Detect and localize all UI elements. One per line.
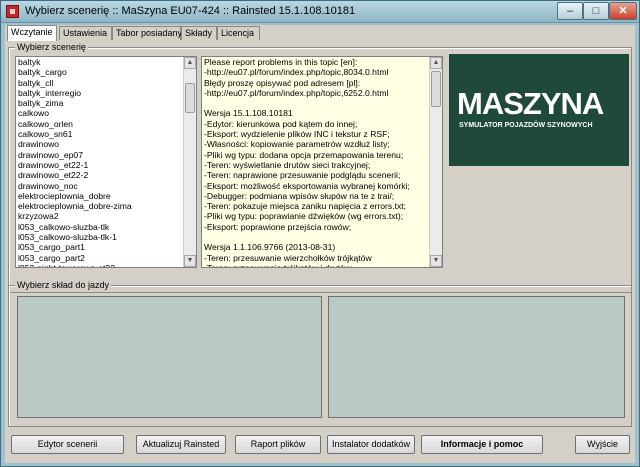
scenery-list-item[interactable]: baltyk_cargo — [16, 67, 196, 77]
release-notes-line: -Teren: pokazuje miejsca zaniku napięcia… — [204, 201, 407, 212]
release-notes-line — [202, 232, 442, 242]
release-notes-line: -Teren: przesuwanie wierzchołków trójkąt… — [204, 252, 372, 263]
logo-subtitle: SYMULATOR POJAZDÓW SZYNOWYCH — [459, 122, 593, 129]
scenery-list-item[interactable]: calkowo_sn61 — [16, 129, 196, 139]
minimize-button[interactable]: – — [557, 2, 583, 20]
maximize-button[interactable]: □ — [583, 2, 609, 20]
release-notes-line: -Pliki wg typu: dodana opcja przemapowan… — [204, 149, 404, 160]
tab-sklady[interactable]: Składy — [181, 26, 217, 40]
scenery-list-item[interactable]: l053-night-towarowe-et22 — [16, 263, 196, 267]
scenery-list-item[interactable]: baltyk_zima — [16, 98, 196, 108]
consist-list-left[interactable] — [17, 296, 322, 418]
tab-tabor-posiadany[interactable]: Tabor posiadany — [112, 26, 182, 40]
scenery-list[interactable]: baltyk baltyk_cargo baltyk_cll baltyk_inter… — [15, 56, 197, 268]
notes-scroll-up-arrow-icon[interactable]: ▲ — [430, 57, 442, 69]
tab-licencja[interactable]: Licencja — [217, 26, 260, 40]
consist-group-legend: Wybierz skład do jazdy — [15, 280, 111, 290]
release-notes-scrollbar[interactable]: ▲ ▼ — [429, 57, 442, 267]
scenery-list-item[interactable]: baltyk_interregio — [16, 88, 196, 98]
scenery-group: Wybierz scenerię baltyk baltyk_cargo balty… — [8, 42, 632, 293]
scenery-list-item[interactable]: drawinowo_ep07 — [16, 150, 196, 160]
scroll-up-arrow-icon[interactable]: ▲ — [184, 57, 196, 69]
scenery-list-item[interactable]: l053_cargo_part1 — [16, 242, 196, 252]
scenery-list-item[interactable]: drawinowo_et22-2 — [16, 170, 196, 180]
scenery-editor-button[interactable]: Edytor scenerii — [11, 435, 124, 454]
release-notes-line: Wersja 1.1.106.9766 (2013-08-31) — [204, 242, 336, 253]
release-notes-line: -Eksport: poprawione przejścia rowów; — [204, 221, 352, 232]
title-bar[interactable]: Wybierz scenerię :: MaSzyna EU07-424 :: … — [1, 1, 639, 23]
scenery-scroll-thumb[interactable] — [185, 83, 195, 113]
release-notes-line: -Eksport: możliwość eksportowania wybran… — [204, 180, 410, 191]
release-notes-line: -http://eu07.pl/forum/index.php/topic,80… — [204, 67, 389, 78]
release-notes-line: -Pliki wg typu: poprawianie dźwięków (wg… — [204, 211, 404, 222]
release-notes-line: Please report problems in this topic [en… — [204, 57, 358, 67]
release-notes-line: Wersja 15.1.108.10181 — [204, 108, 293, 119]
scenery-list-item[interactable]: baltyk — [16, 57, 196, 67]
client-area: Wczytanie Ustawienia Tabor posiadany Skł… — [5, 25, 635, 463]
consist-group: Wybierz skład do jazdy — [8, 280, 632, 427]
window-title: Wybierz scenerię :: MaSzyna EU07-424 :: … — [25, 5, 356, 17]
release-notes-line: -Edytor: kierunkowa pod kątem do innej; — [204, 118, 358, 129]
scenery-list-item[interactable]: drawinowo_et22-1 — [16, 160, 196, 170]
logo-wordmark: MASZYNA — [457, 86, 604, 121]
release-notes-line: -Eksport: wydzielenie plików INC i tekst… — [204, 129, 390, 140]
release-notes-line: -Debugger: podmiana wpisów słupów na te … — [204, 190, 395, 201]
scenery-list-scrollbar[interactable]: ▲ ▼ — [183, 57, 196, 267]
addon-installer-button[interactable]: Instalator dodatków — [327, 435, 415, 454]
tab-ustawienia[interactable]: Ustawienia — [59, 26, 112, 40]
file-report-button[interactable]: Raport plików — [235, 435, 321, 454]
notes-scroll-thumb[interactable] — [431, 71, 441, 107]
scenery-items: baltyk baltyk_cargo baltyk_cll baltyk_inter… — [16, 57, 196, 267]
exit-button[interactable]: Wyjście — [575, 435, 630, 454]
consist-list-right[interactable] — [328, 296, 625, 418]
scenery-list-item[interactable]: baltyk_cll — [16, 78, 196, 88]
update-rainsted-button[interactable]: Aktualizuj Rainsted — [136, 435, 226, 454]
scroll-down-arrow-icon[interactable]: ▼ — [184, 255, 196, 267]
scenery-list-item[interactable]: calkowo_orlen — [16, 119, 196, 129]
maszyna-logo: MASZYNA SYMULATOR POJAZDÓW SZYNOWYCH — [449, 54, 629, 166]
scenery-list-item[interactable]: l053_calkowo-sluzba-tlk-1 — [16, 232, 196, 242]
release-notes-line — [202, 98, 442, 108]
tab-wczytanie[interactable]: Wczytanie — [7, 25, 57, 41]
release-notes-text: Please report problems in this topic [en… — [202, 57, 442, 268]
scenery-list-item[interactable]: calkowo — [16, 108, 196, 118]
app-window: Wybierz scenerię :: MaSzyna EU07-424 :: … — [0, 0, 640, 467]
release-notes-line: -Własności: kopiowanie parametrów wzdłuż… — [204, 139, 390, 150]
scenery-group-legend: Wybierz scenerię — [15, 42, 88, 52]
scenery-list-item[interactable]: krzyzowa2 — [16, 211, 196, 221]
scenery-list-item[interactable]: drawinowo_noc — [16, 181, 196, 191]
release-notes-box[interactable]: Please report problems in this topic [en… — [201, 56, 443, 268]
close-button[interactable]: ✕ — [609, 2, 637, 20]
notes-scroll-down-arrow-icon[interactable]: ▼ — [430, 255, 442, 267]
release-notes-line: -Teren: przesuwanie trójkątów i drutów; — [204, 262, 354, 268]
info-help-button[interactable]: Informacje i pomoc — [421, 435, 543, 454]
release-notes-line: -http://eu07.pl/forum/index.php/topic,62… — [204, 87, 389, 98]
scenery-list-item[interactable]: drawinowo — [16, 139, 196, 149]
scenery-list-item[interactable]: l053_cargo_part2 — [16, 253, 196, 263]
release-notes-line: Błędy proszę opisywać pod adresem [pl]: — [204, 77, 361, 88]
release-notes-line: -Teren: naprawione przesuwanie podglądu … — [204, 170, 401, 181]
release-notes-line: -Teren: wyświetlanie drutów sieci trakcy… — [204, 159, 371, 170]
scenery-list-item[interactable]: l053_calkowo-sluzba-tlk — [16, 222, 196, 232]
scenery-list-item[interactable]: elektrocieplownia_dobre-zima — [16, 201, 196, 211]
scenery-list-item[interactable]: elektrocieplownia_dobre — [16, 191, 196, 201]
app-icon — [6, 5, 19, 18]
